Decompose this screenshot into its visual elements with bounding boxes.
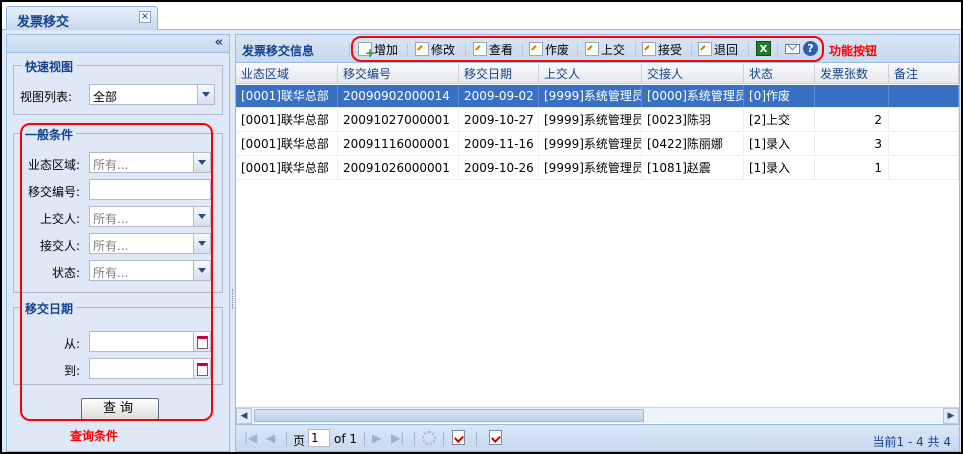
function-buttons-annotation: 功能按钮 [829,44,878,58]
cell-region: [0001]联华总部 [236,85,338,107]
cell-transfer-no: 20090902000014 [338,85,459,107]
clipboard-check-icon[interactable] [489,430,502,445]
cell-submitter: [9999]系统管理员 [539,133,642,155]
quick-view-fieldset: 快速视图 视图列表: 全部 [13,58,223,115]
cell-receiver: [0023]陈羽 [642,109,744,131]
cell-date: 2009-10-27 [459,109,539,131]
cell-transfer-no: 20091026000001 [338,157,459,179]
cell-remark [889,85,959,107]
next-page-icon[interactable]: ▶ [372,431,381,445]
column-header[interactable]: 业态区域 [236,64,338,84]
last-page-icon[interactable]: ▶| [391,431,404,445]
column-header[interactable]: 发票张数 [815,64,889,84]
toolbar-separator [414,432,415,446]
table-row[interactable]: [0001]联华总部 20091026000001 2009-10-26 [99… [236,157,959,180]
view-list-value: 全部 [93,90,118,104]
grid-title: 发票移交信息 [242,44,315,58]
filter-panel-header: « [7,35,229,53]
scroll-left-icon[interactable]: ◀ [236,408,252,424]
tab-strip: 发票移交 × [2,2,961,30]
toolbar-separator [286,432,287,446]
quick-view-legend: 快速视图 [22,58,77,75]
cell-count: 2 [815,109,889,131]
cell-status: [2]上交 [744,109,815,131]
page-info: 当前1 - 4 共 4 [872,435,952,449]
column-header[interactable]: 移交日期 [459,64,539,84]
grid-toolbar: 发票移交信息 增加 修改 查看 作废 上交 接受 退回 X ? 功能按钮 [236,35,959,63]
column-header[interactable]: 上交人 [539,64,642,84]
function-buttons-highlight [351,36,824,62]
cell-transfer-no: 20091027000001 [338,109,459,131]
column-header[interactable]: 移交编号 [338,64,459,84]
grid-header: 业态区域 移交编号 移交日期 上交人 交接人 状态 发票张数 备注 [236,64,959,84]
cell-remark [889,109,959,131]
collapse-icon[interactable]: « [215,35,223,50]
page-of-label: of 1 [334,432,358,446]
cell-region: [0001]联华总部 [236,133,338,155]
cell-remark [889,157,959,179]
horizontal-scrollbar[interactable]: ◀ ▶ [236,407,959,424]
clipboard-check-icon[interactable] [452,430,465,445]
filter-panel: « 快速视图 视图列表: 全部 一般条件 业态区域: 所有... 移交编号: 上… [6,34,230,452]
column-header[interactable]: 备注 [889,64,959,84]
cell-remark [889,133,959,155]
cell-date: 2009-10-26 [459,157,539,179]
refresh-icon[interactable] [422,431,436,445]
page-label: 页 [293,434,306,448]
cell-date: 2009-11-16 [459,133,539,155]
cell-submitter: [9999]系统管理员 [539,157,642,179]
column-header[interactable]: 状态 [744,64,815,84]
table-row[interactable]: [0001]联华总部 20091027000001 2009-10-27 [99… [236,109,959,132]
query-conditions-highlight [20,123,213,421]
cell-count: 3 [815,133,889,155]
cell-status: [1]录入 [744,133,815,155]
table-row[interactable]: [0001]联华总部 20090902000014 2009-09-02 [99… [236,85,959,108]
cell-region: [0001]联华总部 [236,157,338,179]
first-page-icon[interactable]: |◀ [244,431,257,445]
grid-panel: 发票移交信息 增加 修改 查看 作废 上交 接受 退回 X ? 功能按钮 业态区… [235,34,960,452]
view-list-select[interactable]: 全部 [89,84,215,105]
cell-count [815,85,889,107]
cell-receiver: [0000]系统管理员 [642,85,744,107]
cell-status: [1]录入 [744,157,815,179]
toolbar-separator [364,432,365,446]
table-row[interactable]: [0001]联华总部 20091116000001 2009-11-16 [99… [236,133,959,156]
cell-transfer-no: 20091116000001 [338,133,459,155]
page-number-input[interactable]: 1 [308,429,330,447]
chevron-down-icon[interactable] [197,85,214,104]
tab-invoice-transfer[interactable]: 发票移交 × [6,6,158,30]
toolbar-separator [476,432,477,446]
cell-submitter: [9999]系统管理员 [539,85,642,107]
cell-region: [0001]联华总部 [236,109,338,131]
toolbar-separator [349,43,350,56]
cell-status: [0]作废 [744,85,815,107]
prev-page-icon[interactable]: ◀ [266,431,275,445]
app-window: 发票移交 × « 快速视图 视图列表: 全部 一般条件 业态区域: 所有... … [0,0,963,454]
cell-count: 1 [815,157,889,179]
cell-submitter: [9999]系统管理员 [539,109,642,131]
query-conditions-annotation: 查询条件 [70,429,119,443]
scroll-right-icon[interactable]: ▶ [943,408,959,424]
cell-receiver: [0422]陈丽娜 [642,133,744,155]
cell-date: 2009-09-02 [459,85,539,107]
paging-toolbar: |◀ ◀ 页 1 of 1 ▶ ▶| 当前1 - 4 共 4 [236,424,959,451]
toolbar-separator [443,432,444,446]
close-icon[interactable]: × [139,11,151,23]
tab-label: 发票移交 [17,15,70,30]
view-list-label: 视图列表: [19,90,72,104]
column-header[interactable]: 交接人 [642,64,744,84]
scroll-thumb[interactable] [254,409,644,422]
cell-receiver: [1081]赵震 [642,157,744,179]
